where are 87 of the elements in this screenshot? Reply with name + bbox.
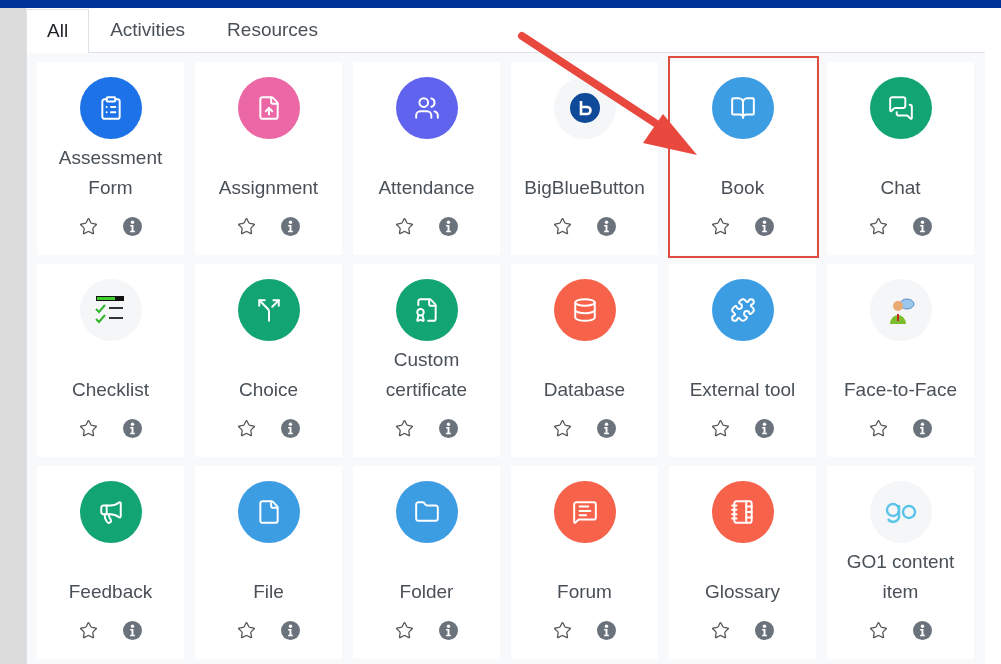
- activity-name: External tool: [688, 378, 797, 402]
- activity-name: Book: [719, 176, 766, 200]
- star-button[interactable]: [235, 215, 258, 237]
- activity-name: Custom certificate: [384, 348, 469, 402]
- activity-name: Checklist: [70, 378, 151, 402]
- activity-card[interactable]: Chat: [827, 62, 974, 255]
- activity-card[interactable]: Assignment: [195, 62, 342, 255]
- go-logo-icon: [883, 501, 918, 523]
- activity-name: Assessment Form: [57, 146, 164, 200]
- activity-name: GO1 content item: [845, 550, 956, 604]
- activity-card[interactable]: Attendance: [353, 62, 500, 255]
- activity-card[interactable]: Glossary: [669, 466, 816, 659]
- star-button[interactable]: [235, 417, 258, 439]
- info-icon[interactable]: [437, 417, 460, 439]
- star-button[interactable]: [393, 215, 416, 237]
- activity-card[interactable]: File: [195, 466, 342, 659]
- fork-arrow-icon: [255, 297, 282, 323]
- star-button[interactable]: [709, 417, 732, 439]
- info-icon[interactable]: [595, 417, 618, 439]
- star-button[interactable]: [867, 215, 890, 237]
- activity-card[interactable]: Feedback: [37, 466, 184, 659]
- star-button[interactable]: [77, 417, 100, 439]
- activity-name: Assignment: [217, 176, 320, 200]
- activity-name: Face-to-Face: [843, 378, 958, 402]
- activity-card[interactable]: Checklist: [37, 264, 184, 457]
- activity-card[interactable]: Custom certificate: [353, 264, 500, 457]
- activity-card[interactable]: Choice: [195, 264, 342, 457]
- megaphone-icon: [97, 499, 124, 525]
- info-icon[interactable]: [753, 215, 776, 237]
- activity-name: Attendance: [377, 176, 476, 200]
- activity-name: Feedback: [67, 580, 154, 604]
- tab[interactable]: Resources: [206, 8, 339, 52]
- activity-name: BigBlueButton: [523, 176, 646, 200]
- tab[interactable]: All: [26, 9, 90, 53]
- star-button[interactable]: [77, 619, 100, 641]
- activity-name: Chat: [879, 176, 922, 200]
- open-book-icon: [729, 95, 756, 121]
- activity-card[interactable]: Face-to-Face: [827, 264, 974, 457]
- info-icon[interactable]: [279, 215, 302, 237]
- activity-name: Folder: [398, 580, 455, 604]
- activity-card[interactable]: Assessment Form: [37, 62, 184, 255]
- star-button[interactable]: [709, 619, 732, 641]
- star-button[interactable]: [393, 619, 416, 641]
- activity-card[interactable]: Folder: [353, 466, 500, 659]
- info-icon[interactable]: [911, 215, 934, 237]
- activity-name: Choice: [237, 378, 300, 402]
- star-button[interactable]: [867, 619, 890, 641]
- activity-name: Forum: [556, 580, 613, 604]
- info-icon[interactable]: [911, 619, 934, 641]
- activity-card[interactable]: Database: [511, 264, 658, 457]
- star-button[interactable]: [77, 215, 100, 237]
- info-icon[interactable]: [121, 417, 144, 439]
- info-icon[interactable]: [595, 619, 618, 641]
- info-icon[interactable]: [911, 417, 934, 439]
- star-button[interactable]: [867, 417, 890, 439]
- star-button[interactable]: [551, 619, 574, 641]
- activity-name: File: [252, 580, 285, 604]
- info-icon[interactable]: [595, 215, 618, 237]
- speech-bubbles-icon: [887, 95, 914, 121]
- message-icon: [571, 499, 598, 525]
- info-icon[interactable]: [437, 619, 460, 641]
- star-button[interactable]: [709, 215, 732, 237]
- tab[interactable]: Activities: [89, 8, 207, 52]
- info-icon[interactable]: [279, 417, 302, 439]
- activity-name: Database: [542, 378, 627, 402]
- star-button[interactable]: [551, 215, 574, 237]
- activity-card[interactable]: Forum: [511, 466, 658, 659]
- info-icon[interactable]: [753, 417, 776, 439]
- database-icon: [571, 297, 598, 323]
- activity-card[interactable]: External tool: [669, 264, 816, 457]
- activity-card[interactable]: BigBlueButton: [511, 62, 658, 255]
- star-button[interactable]: [393, 417, 416, 439]
- info-icon[interactable]: [279, 619, 302, 641]
- activity-card[interactable]: GO1 content item: [827, 466, 974, 659]
- activity-name: Glossary: [704, 580, 781, 604]
- people-icon: [413, 95, 440, 121]
- certificate-icon: [413, 297, 440, 323]
- info-icon[interactable]: [121, 619, 144, 641]
- info-icon[interactable]: [437, 215, 460, 237]
- puzzle-piece-icon: [729, 297, 756, 323]
- info-icon[interactable]: [121, 215, 144, 237]
- star-button[interactable]: [551, 417, 574, 439]
- folder-icon: [413, 499, 440, 525]
- b-logo-icon: [569, 93, 600, 123]
- star-button[interactable]: [235, 619, 258, 641]
- info-icon[interactable]: [753, 619, 776, 641]
- notebook-icon: [729, 499, 756, 525]
